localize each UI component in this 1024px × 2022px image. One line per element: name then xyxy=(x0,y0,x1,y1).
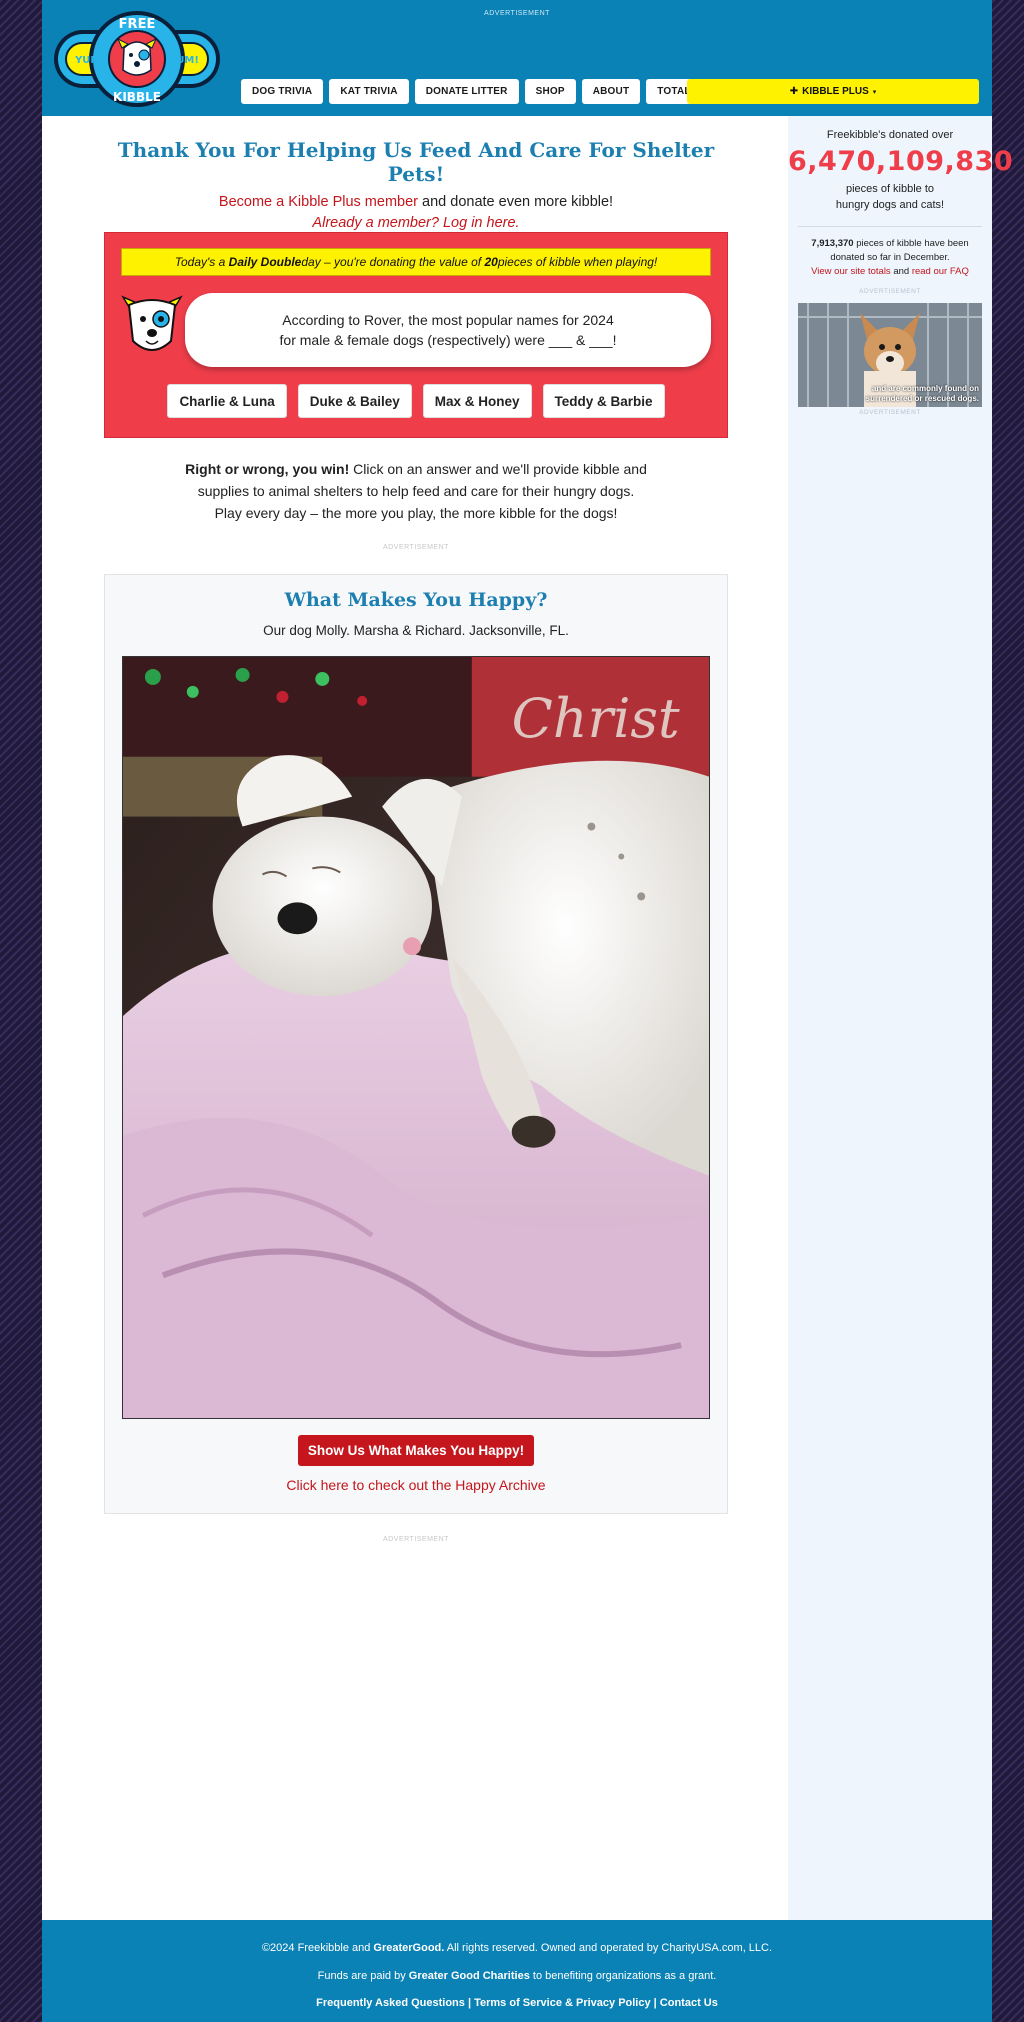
membership-line: Become a Kibble Plus member and donate e… xyxy=(104,194,728,210)
kibble-plus-label: KIBBLE PLUS xyxy=(802,86,869,97)
donated-outro: pieces of kibble to hungry dogs and cats… xyxy=(788,181,992,213)
banner-text-2: day – you're donating the value of xyxy=(301,255,482,269)
question-line-1: According to Rover, the most popular nam… xyxy=(282,312,614,328)
footer-links: Frequently Asked Questions | Terms of Se… xyxy=(42,1997,992,2009)
banner-daily-double: Daily Double xyxy=(228,255,302,269)
nav-shop[interactable]: SHOP xyxy=(524,79,576,104)
donated-outro-2: hungry dogs and cats! xyxy=(835,199,945,211)
nav-kat-trivia[interactable]: KAT TRIVIA xyxy=(329,79,409,104)
sidebar-ad-label: ADVERTISEMENT xyxy=(859,288,921,295)
banner-text-1: Today's a xyxy=(174,255,226,269)
copyright-pre: ©2024 Freekibble and xyxy=(261,1942,374,1954)
answer-list: Charlie & Luna Duke & Bailey Max & Honey… xyxy=(105,384,727,418)
answer-button[interactable]: Max & Honey xyxy=(422,384,532,418)
happy-section: What Makes You Happy? Our dog Molly. Mar… xyxy=(104,574,728,1514)
question-line-2: for male & female dogs (respectively) we… xyxy=(279,332,617,348)
site-totals-link[interactable]: View our site totals xyxy=(811,266,891,277)
funds-post: to benefiting organizations as a grant. xyxy=(529,1970,717,1982)
sidebar-ad-caption-1: and are commonly found on xyxy=(871,384,979,393)
site-header: ADVERTISEMENT FREE KIBBLE YUM! YUM! DOG … xyxy=(42,0,992,116)
month-stats: 7,913,370 pieces of kibble have been don… xyxy=(788,237,992,279)
caret-down-icon: ▾ xyxy=(872,88,877,96)
donated-intro: Freekibble's donated over xyxy=(826,129,954,141)
logo-bottom-text: KIBBLE xyxy=(113,90,161,104)
logo-right-badge: YUM! xyxy=(168,55,199,66)
question-bubble: According to Rover, the most popular nam… xyxy=(185,293,711,367)
ad-label-mid: ADVERTISEMENT xyxy=(383,544,449,551)
footer-separator: | xyxy=(464,1997,475,2009)
rw-bold: Right or wrong, you win! xyxy=(185,461,350,477)
main-content: Thank You For Helping Us Feed And Care F… xyxy=(104,116,728,1543)
donated-total: 6,470,109,830 xyxy=(788,146,1014,177)
banner-count: 20 xyxy=(484,255,498,269)
ad-label-low: ADVERTISEMENT xyxy=(383,1536,449,1543)
logo-top-text: FREE xyxy=(119,17,156,32)
login-link[interactable]: Already a member? Log in here. xyxy=(104,215,728,231)
daily-double-banner: Today's a Daily Double day – you're dona… xyxy=(121,248,711,276)
footer-separator: | xyxy=(650,1997,660,2009)
nav-dog-trivia[interactable]: DOG TRIVIA xyxy=(241,79,324,104)
photo-pillow-text: Christ xyxy=(512,687,680,750)
copyright-greatergood: GreaterGood. xyxy=(373,1942,445,1954)
site-footer: ©2024 Freekibble and GreaterGood. All ri… xyxy=(42,1920,992,2022)
page: ADVERTISEMENT FREE KIBBLE YUM! YUM! DOG … xyxy=(42,0,1014,2022)
terms-footer-link[interactable]: Terms of Service & Privacy Policy xyxy=(474,1997,651,2009)
freekibble-logo[interactable]: FREE KIBBLE YUM! YUM! xyxy=(52,8,222,110)
sidebar-divider xyxy=(798,226,982,227)
faq-footer-link[interactable]: Frequently Asked Questions xyxy=(316,1997,465,2009)
kibble-plus-dropdown[interactable]: ✚ KIBBLE PLUS ▾ xyxy=(687,79,979,104)
happy-photo: Christ xyxy=(122,656,710,1419)
copyright-post: All rights reserved. Owned and operated … xyxy=(444,1942,773,1954)
funds-charities: Greater Good Charities xyxy=(408,1970,530,1982)
dog-mascot-icon xyxy=(121,295,183,351)
right-or-wrong-text: Right or wrong, you win! Click on an ans… xyxy=(184,458,648,524)
month-count: 7,913,370 xyxy=(811,238,854,249)
donated-outro-1: pieces of kibble to xyxy=(845,183,935,195)
main-nav: DOG TRIVIA KAT TRIVIA DONATE LITTER SHOP… xyxy=(241,79,709,104)
sidebar-ad-label-bottom: ADVERTISEMENT xyxy=(859,409,921,416)
happy-archive-link[interactable]: Click here to check out the Happy Archiv… xyxy=(105,1477,727,1493)
answer-button[interactable]: Duke & Bailey xyxy=(297,384,412,418)
submit-happy-button[interactable]: Show Us What Makes You Happy! xyxy=(298,1435,534,1466)
sidebar-ad-caption-2: surrendered or rescued dogs. xyxy=(865,394,979,403)
copyright-line: ©2024 Freekibble and GreaterGood. All ri… xyxy=(42,1942,992,1954)
happy-title: What Makes You Happy? xyxy=(284,589,548,611)
membership-text: and donate even more kibble! xyxy=(418,194,614,210)
funds-pre: Funds are paid by xyxy=(317,1970,409,1982)
trivia-box: Today's a Daily Double day – you're dona… xyxy=(104,232,728,438)
funds-line: Funds are paid by Greater Good Charities… xyxy=(42,1970,992,1982)
sidebar-ad[interactable]: and are commonly found on surrendered or… xyxy=(798,303,982,407)
contact-footer-link[interactable]: Contact Us xyxy=(660,1997,718,2009)
answer-button[interactable]: Charlie & Luna xyxy=(167,384,287,418)
nav-donate-litter[interactable]: DONATE LITTER xyxy=(414,79,519,104)
answer-button[interactable]: Teddy & Barbie xyxy=(542,384,665,418)
nav-about[interactable]: ABOUT xyxy=(581,79,641,104)
happy-caption: Our dog Molly. Marsha & Richard. Jackson… xyxy=(263,623,569,638)
logo-left-badge: YUM! xyxy=(74,55,105,66)
and-text: and xyxy=(890,266,912,277)
faq-link[interactable]: read our FAQ xyxy=(912,266,969,277)
plus-icon: ✚ xyxy=(789,86,799,97)
sidebar-ad-caption: and are commonly found on surrendered or… xyxy=(866,384,979,404)
banner-text-3: pieces of kibble when playing! xyxy=(497,255,658,269)
page-headline: Thank You For Helping Us Feed And Care F… xyxy=(117,138,715,186)
sidebar: Freekibble's donated over 6,470,109,830 … xyxy=(788,116,1014,1920)
become-member-link[interactable]: Become a Kibble Plus member xyxy=(219,194,418,210)
